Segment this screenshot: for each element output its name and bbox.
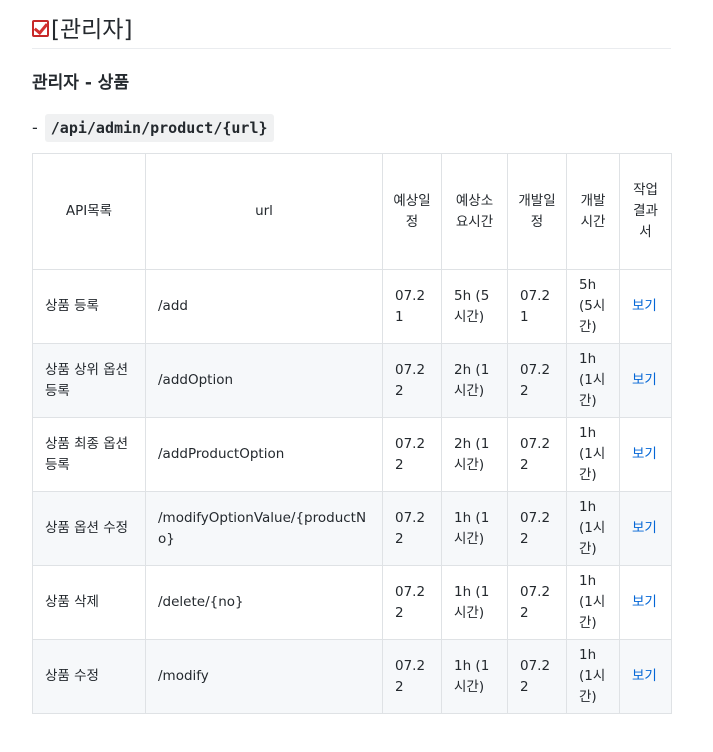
- cell-dev-time: 5h(5시간): [566, 269, 620, 344]
- table-row: 상품 삭제 /delete/{no} 07.22 1h (1시간) 07.22 …: [32, 565, 672, 640]
- report-link[interactable]: 보기: [619, 565, 672, 640]
- title-divider: [32, 48, 671, 49]
- cell-dev-date: 07.22: [507, 343, 567, 418]
- report-link[interactable]: 보기: [619, 417, 672, 492]
- cell-api: 상품 수정: [32, 639, 146, 714]
- header-dev-time: 개발시간: [566, 153, 620, 270]
- cell-planned-date: 07.22: [382, 417, 442, 492]
- page-title: [관리자]: [32, 12, 132, 48]
- cell-dev-time: 1h (1시간): [566, 491, 620, 566]
- table-row: 상품 등록 /add 07.21 5h (5시간) 07.21 5h(5시간) …: [32, 269, 672, 344]
- header-planned-date: 예상일정: [382, 153, 442, 270]
- table-row: 상품 상위 옵션 등록 /addOption 07.22 2h (1시간) 07…: [32, 343, 672, 418]
- header-api-list: API목록: [32, 153, 146, 270]
- cell-estimated-time: 2h (1시간): [441, 417, 508, 492]
- header-report: 작업결과서: [619, 153, 672, 270]
- cell-estimated-time: 1h (1시간): [441, 565, 508, 640]
- cell-api: 상품 등록: [32, 269, 146, 344]
- table-header-row: API목록 url 예상일정 예상소요시간 개발일정 개발시간 작업결과서: [32, 153, 672, 270]
- page-title-text: [관리자]: [51, 17, 133, 43]
- cell-dev-date: 07.21: [507, 269, 567, 344]
- cell-url: /modify: [145, 639, 383, 714]
- cell-api: 상품 상위 옵션 등록: [32, 343, 146, 418]
- cell-url: /delete/{no}: [145, 565, 383, 640]
- cell-planned-date: 07.21: [382, 269, 442, 344]
- checkbox-checked-icon: [32, 19, 49, 37]
- cell-url: /addOption: [145, 343, 383, 418]
- cell-estimated-time: 1h (1시간): [441, 491, 508, 566]
- section-heading: 관리자 - 상품: [32, 73, 130, 93]
- cell-estimated-time: 1h (1시간): [441, 639, 508, 714]
- cell-url: /addProductOption: [145, 417, 383, 492]
- cell-dev-time: 1h (1시간): [566, 565, 620, 640]
- header-url: url: [145, 153, 383, 270]
- table-row: 상품 최종 옵션 등록 /addProductOption 07.22 2h (…: [32, 417, 672, 492]
- cell-dev-date: 07.22: [507, 565, 567, 640]
- report-link[interactable]: 보기: [619, 269, 672, 344]
- cell-planned-date: 07.22: [382, 343, 442, 418]
- table-row: 상품 옵션 수정 /modifyOptionValue/{productNo} …: [32, 491, 672, 566]
- cell-dev-date: 07.22: [507, 491, 567, 566]
- cell-dev-date: 07.22: [507, 639, 567, 714]
- header-estimated-time: 예상소요시간: [441, 153, 508, 270]
- endpoint-list-item: - /api/admin/product/{url}: [32, 114, 274, 142]
- cell-dev-time: 1h (1시간): [566, 639, 620, 714]
- cell-url: /add: [145, 269, 383, 344]
- table-row: 상품 수정 /modify 07.22 1h (1시간) 07.22 1h (1…: [32, 639, 672, 714]
- report-link[interactable]: 보기: [619, 639, 672, 714]
- cell-dev-date: 07.22: [507, 417, 567, 492]
- cell-planned-date: 07.22: [382, 639, 442, 714]
- cell-planned-date: 07.22: [382, 491, 442, 566]
- list-bullet: -: [32, 118, 38, 137]
- report-link[interactable]: 보기: [619, 343, 672, 418]
- cell-planned-date: 07.22: [382, 565, 442, 640]
- cell-estimated-time: 5h (5시간): [441, 269, 508, 344]
- api-table: API목록 url 예상일정 예상소요시간 개발일정 개발시간 작업결과서 상품…: [32, 153, 672, 714]
- cell-dev-time: 1h (1시간): [566, 417, 620, 492]
- cell-api: 상품 삭제: [32, 565, 146, 640]
- endpoint-code: /api/admin/product/{url}: [44, 114, 274, 142]
- cell-api: 상품 최종 옵션 등록: [32, 417, 146, 492]
- report-link[interactable]: 보기: [619, 491, 672, 566]
- cell-estimated-time: 2h (1시간): [441, 343, 508, 418]
- header-dev-date: 개발일정: [507, 153, 567, 270]
- cell-url: /modifyOptionValue/{productNo}: [145, 491, 383, 566]
- cell-dev-time: 1h (1시간): [566, 343, 620, 418]
- cell-api: 상품 옵션 수정: [32, 491, 146, 566]
